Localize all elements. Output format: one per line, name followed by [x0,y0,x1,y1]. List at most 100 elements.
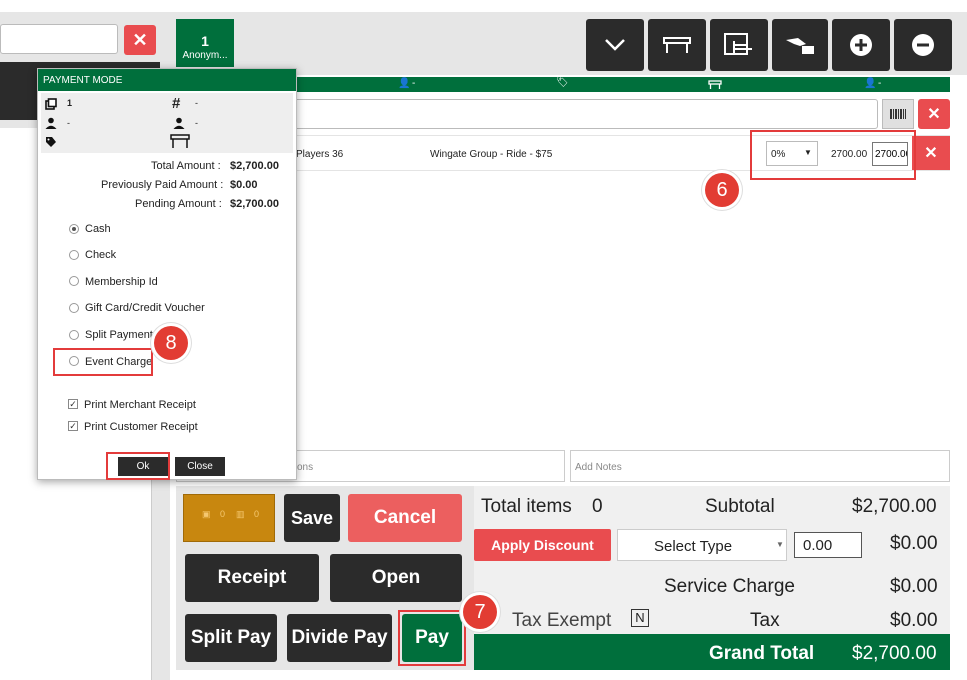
open-button[interactable]: Open [330,554,462,602]
total-items-value: 0 [592,496,603,517]
option-label-cash: Cash [85,223,111,235]
person-icon: 👤 [398,78,411,89]
divide-pay-button[interactable]: Divide Pay [287,614,392,662]
hand-card-icon [786,38,814,54]
left-search-input[interactable] [0,24,118,54]
total-amount-label: Total Amount : [151,160,221,172]
discount-type-value: Select Type [654,538,733,555]
collapse-button[interactable] [586,19,644,71]
caret-down-icon: ▼ [776,540,784,549]
save-button[interactable]: Save [284,494,340,542]
dialog-title: PAYMENT MODE [43,75,123,86]
radio-gift-card[interactable] [69,303,79,313]
payment-hand-button[interactable] [772,19,828,71]
tag-icon: 🏷 [556,77,569,88]
ticket-name: Anonym... [182,50,228,61]
callout-badge-8: 8 [154,326,188,360]
radio-split[interactable] [69,330,79,340]
add-notes-input[interactable]: Add Notes [570,450,950,482]
remove-item-button[interactable]: ✕ [912,136,950,170]
info-person1: - [67,118,70,128]
radio-membership[interactable] [69,276,79,286]
guest-count: - [412,78,416,89]
service-charge-value: $0.00 [890,576,938,597]
tax-value: $0.00 [890,610,938,631]
callout-box-6 [750,130,916,180]
close-icon: ✕ [927,106,941,123]
option-label-split: Split Payment [85,329,153,341]
total-amount-value: $2,700.00 [230,160,279,172]
tax-label: Tax [750,610,780,631]
callout-badge-7: 7 [463,595,497,629]
notes-left-placeholder: ons [297,462,314,473]
close-icon: ✕ [924,145,938,162]
grand-total-label: Grand Total [709,643,815,664]
split-pay-button[interactable]: Split Pay [185,614,277,662]
ticket-number: 1 [201,33,209,49]
tax-exempt-flag: N [635,610,645,625]
pending-amount-value: $2,700.00 [230,198,279,210]
table-icon [170,134,190,148]
table-icon [708,80,722,89]
subtotal-label: Subtotal [705,496,775,517]
service-charge-label: Service Charge [664,576,795,597]
chevron-down-icon [605,39,625,51]
building-icon: ▥ [236,509,245,519]
clear-search-button[interactable]: ✕ [918,99,950,129]
gift-icon: ▣ [202,509,211,519]
info-person2: - [195,118,198,128]
callout-box-8 [53,348,153,376]
option-label-membership: Membership Id [85,276,158,288]
dialog-title-bar: PAYMENT MODE [38,69,296,91]
hand-touch-icon [724,33,752,55]
previously-paid-value: $0.00 [230,179,258,191]
apply-discount-button[interactable]: Apply Discount [474,529,611,561]
print-merchant-label: Print Merchant Receipt [84,399,196,411]
callout-box-7 [398,610,466,666]
barcode-button[interactable] [882,99,914,129]
tax-exempt-label: Tax Exempt [512,610,612,631]
ticket-tab[interactable]: 1 Anonym... [176,19,234,67]
radio-cash[interactable] [69,224,79,234]
left-clear-button[interactable]: ✕ [124,25,156,55]
hash-icon: # [172,95,181,112]
tag-icon [46,137,56,147]
cancel-button[interactable]: Cancel [348,494,462,542]
callout-badge-6: 6 [705,173,739,207]
table-icon [663,37,691,53]
tax-exempt-toggle[interactable]: N [631,609,649,627]
add-button[interactable] [832,19,890,71]
dialog-close-button[interactable]: Close [175,457,225,476]
receipt-button[interactable]: Receipt [185,554,319,602]
discount-type-select[interactable]: Select Type ▼ [617,529,787,561]
radio-check[interactable] [69,250,79,260]
total-items-label: Total items [481,496,572,517]
option-label-check: Check [85,249,117,261]
touch-menu-button[interactable] [710,19,768,71]
person-icon [173,117,185,129]
gold-tile[interactable]: ▣ 0 ▥ 0 [183,494,275,542]
payment-mode-dialog: PAYMENT MODE 1 # - - - Total Amount : $2… [37,68,297,480]
option-label-gift-card: Gift Card/Credit Voucher [85,302,205,314]
grand-total-bar: Grand Total $2,700.00 [474,634,950,670]
gold-tile-count-a: 0 [220,509,226,519]
print-customer-label: Print Customer Receipt [84,421,198,433]
dialog-info-panel [41,93,293,153]
item-package: Wingate Group - Ride - $75 [430,149,553,160]
callout-box-ok [106,452,170,480]
discount-value: $0.00 [890,533,938,554]
pending-amount-label: Pending Amount : [135,198,222,210]
item-description: Players 36 [296,149,344,160]
close-icon: ✕ [132,29,148,50]
seat-label: - [878,78,882,89]
print-customer-checkbox[interactable]: ✓ [68,421,78,431]
plus-circle-icon [850,34,872,56]
table-button[interactable] [648,19,706,71]
remove-button[interactable] [894,19,952,71]
barcode-icon [890,109,906,119]
person-icon [45,117,57,129]
grand-total-value: $2,700.00 [852,643,937,664]
add-notes-placeholder: Add Notes [575,462,622,473]
discount-amount-input[interactable]: 0.00 [794,532,862,558]
print-merchant-checkbox[interactable]: ✓ [68,399,78,409]
